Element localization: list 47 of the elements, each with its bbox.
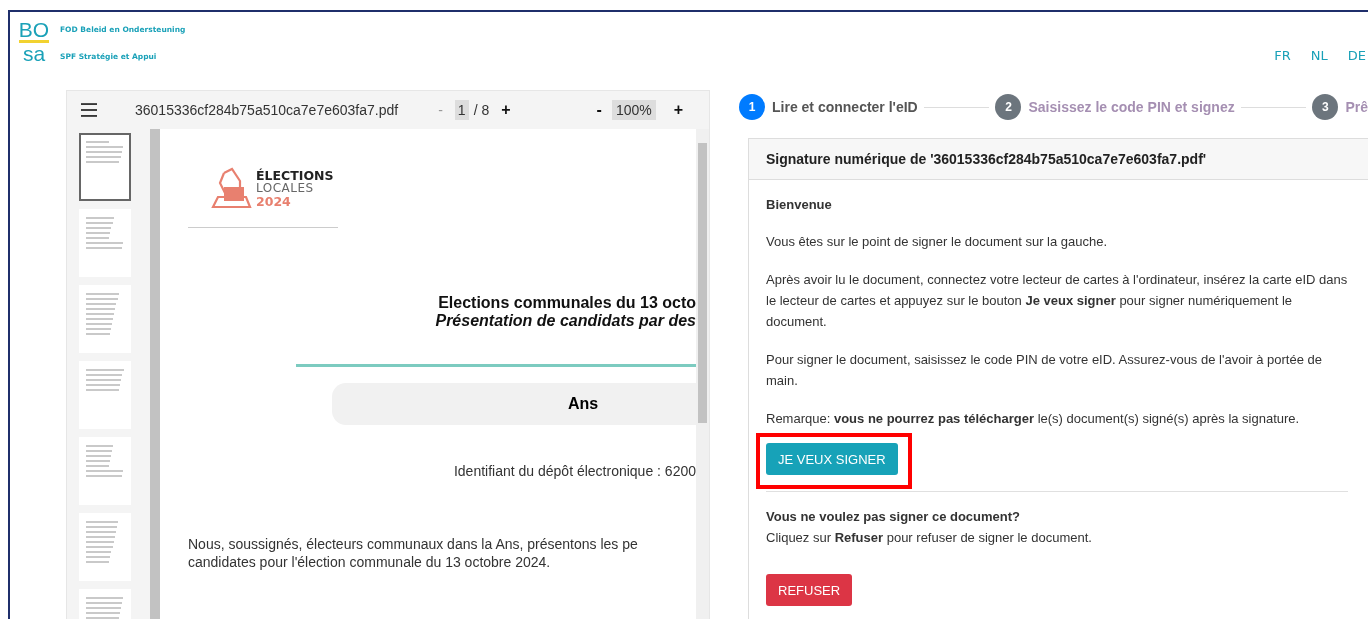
page-thumbnail[interactable] [79, 361, 131, 429]
sign-button[interactable]: JE VEUX SIGNER [766, 443, 898, 475]
card-title: Signature numérique de '36015336cf284b75a510ca7e7e603fa7.pdf' [749, 139, 1368, 180]
zoom-in-button[interactable]: + [673, 101, 684, 119]
previous-page-button[interactable]: - [438, 102, 443, 118]
page-thumbnail[interactable] [79, 513, 131, 581]
page-thumbnail[interactable] [79, 209, 131, 277]
instruction-text: Après avoir lu le document, connectez votre lecteur de cartes à l'ordinateur, insérez la carte eID dans le lecteur de cartes et appuyez sur le bouton Je veux signer pour signer numériquement le document. [766, 271, 1348, 331]
ballot-box-icon [210, 167, 252, 209]
document-subtitle: Présentation de candidats par des [434, 312, 696, 330]
page-thumbnail[interactable] [79, 437, 131, 505]
body-text: Nous, soussignés, électeurs communaux dans la Ans, présentons les pe candidates pour l'élection communale du 13 octobre 2024. [188, 535, 639, 571]
step-tab[interactable]: 2 Saisissez le code PIN et signez [995, 94, 1235, 120]
logo-text: ÉLECTIONS [256, 168, 334, 182]
page-thumbnail[interactable] [79, 285, 131, 353]
instruction-text: Vous êtes sur le point de signer le document sur la gauche. [766, 233, 1109, 251]
logo-text: 2024 [256, 194, 292, 208]
language-link[interactable]: DE [1347, 48, 1366, 63]
refuse-button[interactable]: REFUSER [766, 574, 853, 606]
file-name: 36015336cf284b75a510ca7e7e603fa7.pdf [135, 102, 399, 118]
page-thumbnail[interactable] [79, 133, 131, 201]
scrollbar-thumb[interactable] [698, 143, 707, 423]
step-number: 2 [995, 94, 1022, 120]
zoom-out-button[interactable]: - [596, 101, 602, 119]
identifier-text: Identifiant du dépôt électronique : 6200 [452, 463, 696, 479]
logo-text: sa [22, 44, 46, 63]
card-heading: Bienvenue [766, 196, 833, 214]
instruction-text: Remarque: vous ne pourrez pas télécharger le(s) document(s) signé(s) après la signature. [766, 410, 1301, 428]
logo-text: LOCALES [256, 181, 315, 195]
page-total: / 8 [473, 102, 490, 118]
logo-text: BO [18, 20, 50, 39]
step-tab[interactable]: 3 Prê [1312, 94, 1368, 120]
next-page-button[interactable]: + [501, 101, 511, 119]
refuse-heading: Vous ne voulez pas signer ce document? [766, 508, 1022, 526]
zoom-field[interactable]: 100% [611, 100, 656, 120]
language-link[interactable]: FR [1274, 48, 1291, 63]
document-title: Elections communales du 13 octo [437, 294, 696, 312]
language-link[interactable]: NL [1310, 48, 1328, 63]
commune-banner: Ans [332, 383, 696, 425]
menu-icon[interactable] [81, 103, 97, 117]
page-number-field[interactable]: 1 [454, 100, 469, 120]
scrollbar[interactable] [150, 129, 160, 619]
step-number: 1 [739, 94, 765, 120]
instruction-text: Pour signer le document, saisissez le code PIN de votre eID. Assurez-vous de l'avoir à portée de main. [766, 351, 1323, 390]
step-number: 3 [1312, 94, 1339, 120]
refuse-text: Cliquez sur Refuser pour refuser de signer le document. [766, 529, 1093, 547]
step-tab[interactable]: 1 Lire et connecter l'eID [739, 94, 918, 120]
